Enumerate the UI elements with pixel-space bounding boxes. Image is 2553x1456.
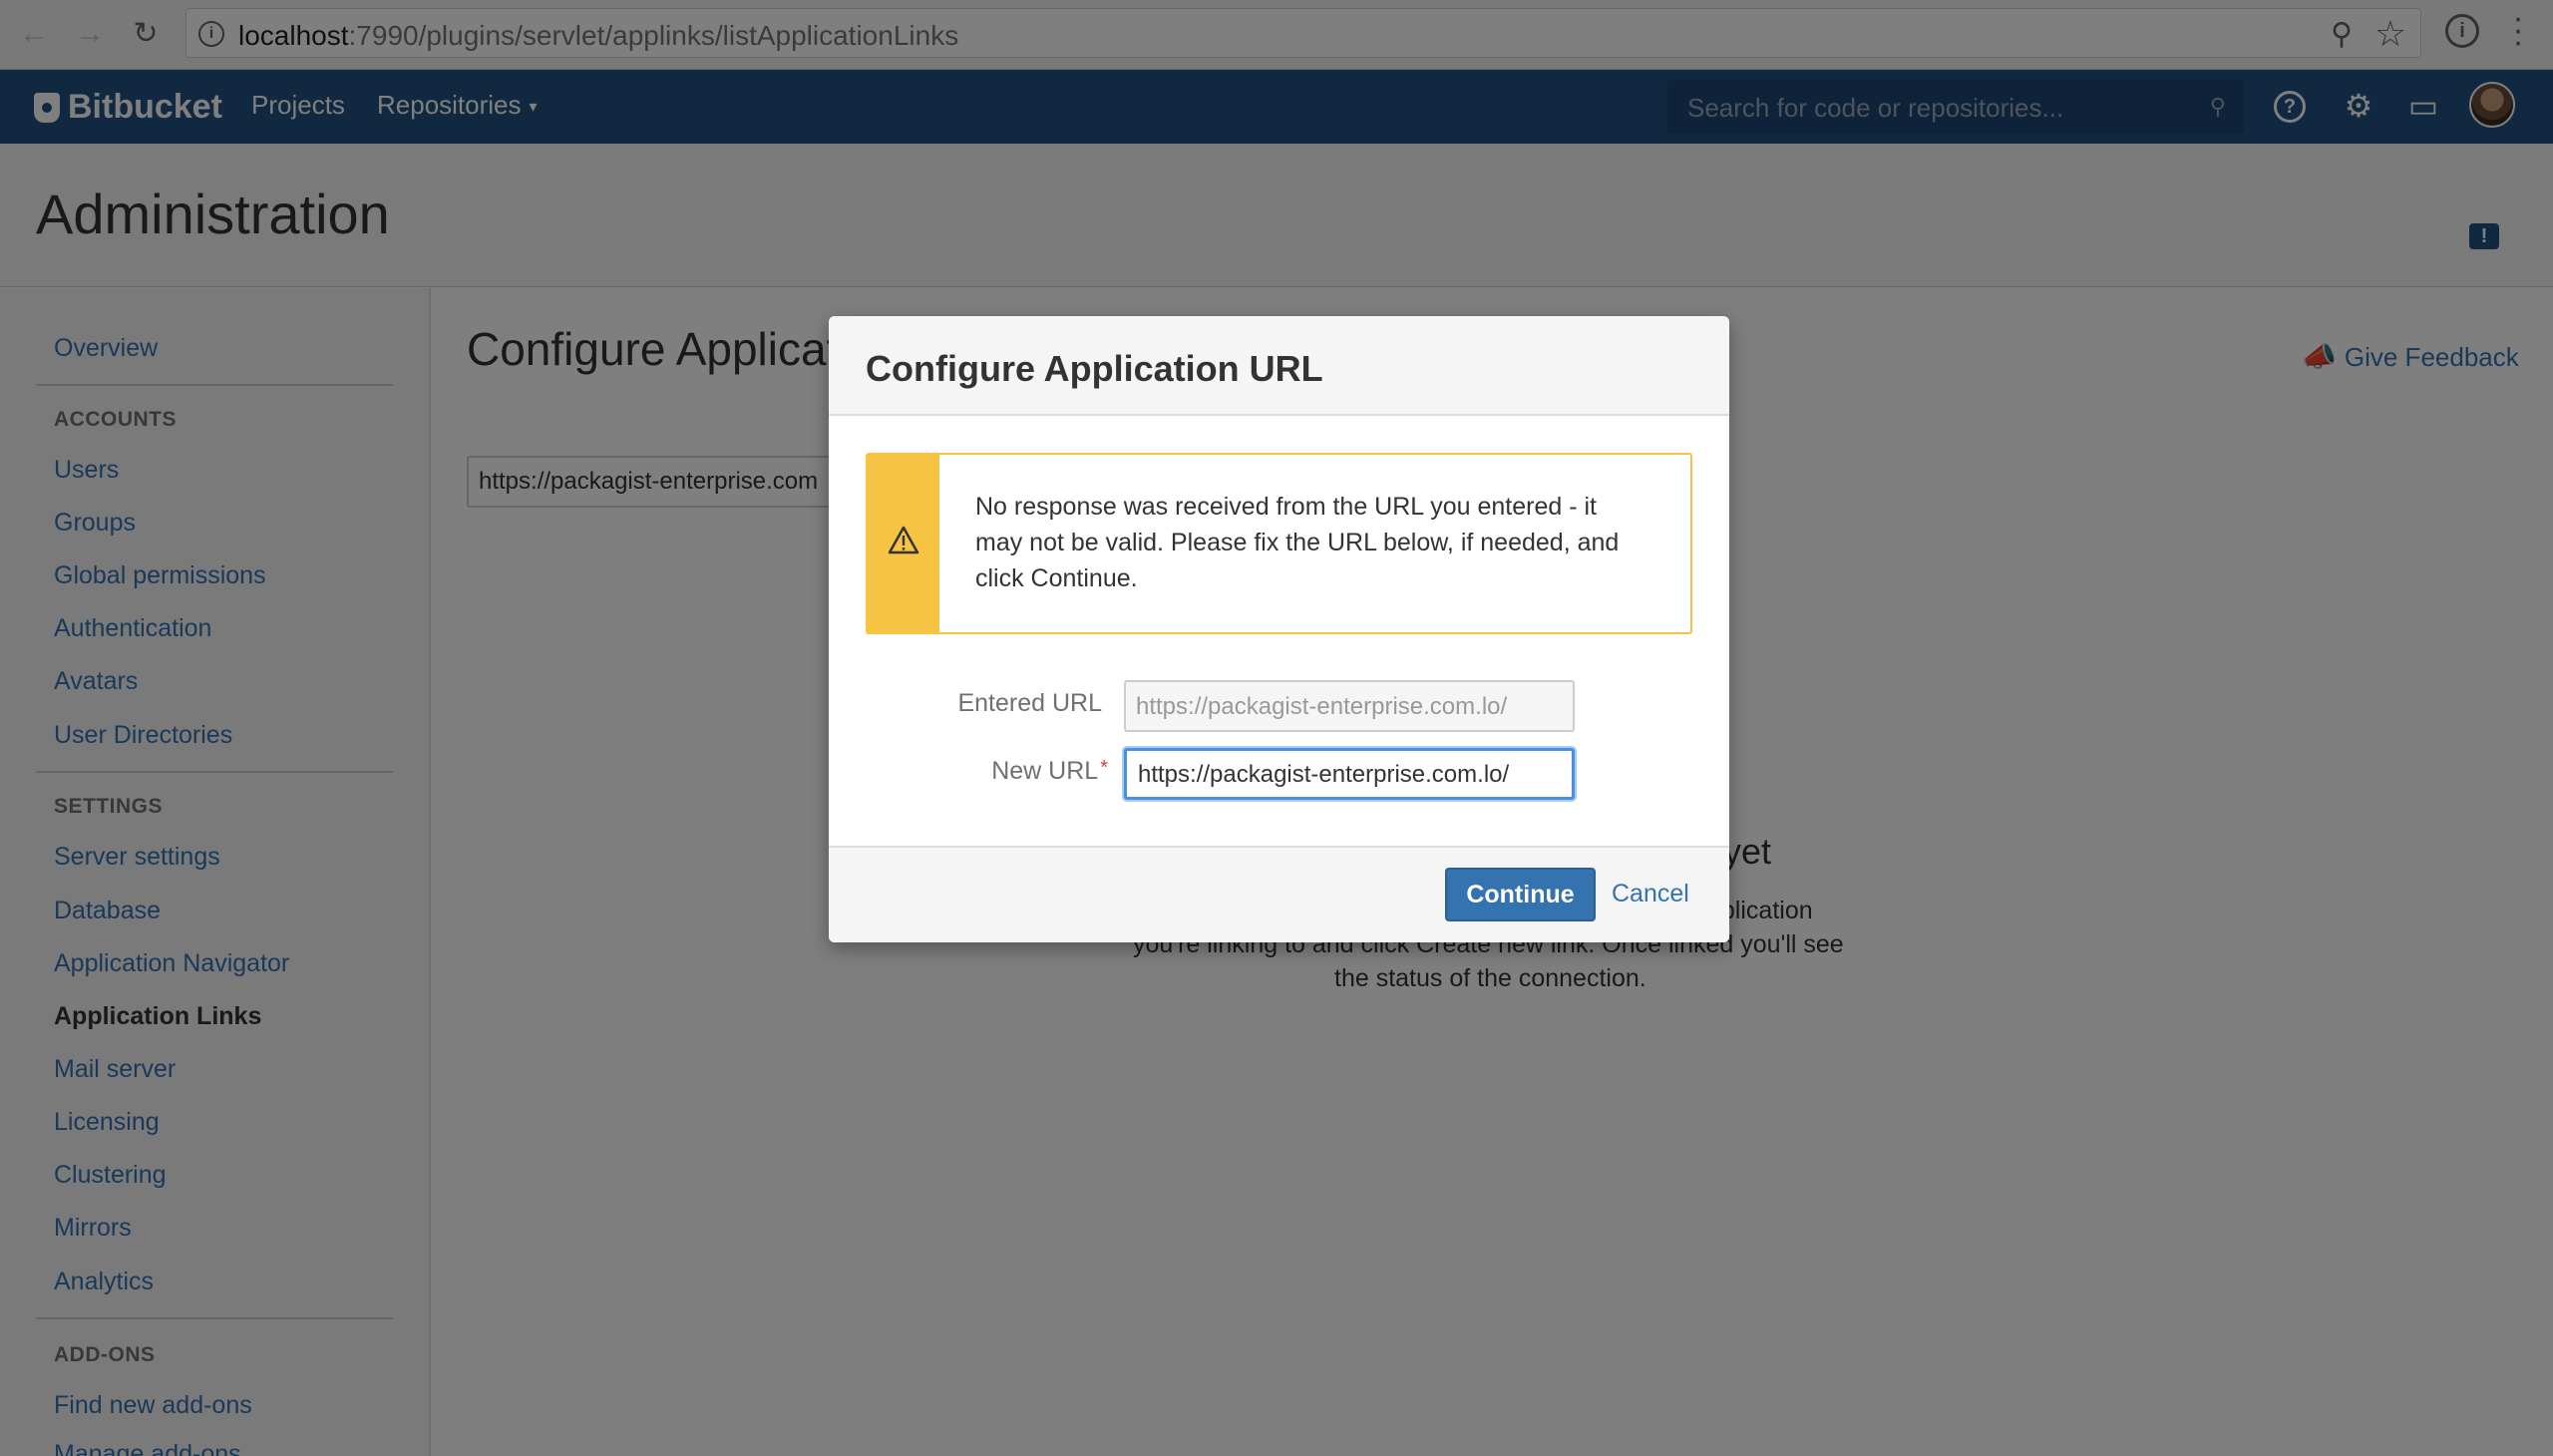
configure-url-dialog: Configure Application URL No response wa… — [829, 316, 1729, 942]
dialog-footer: Continue Cancel — [829, 846, 1729, 942]
new-url-label-text: New URL — [991, 757, 1099, 785]
warning-text: No response was received from the URL yo… — [975, 493, 1620, 592]
new-url-label: New URL * — [952, 757, 1108, 786]
dialog-title: Configure Application URL — [866, 348, 1323, 389]
dialog-header: Configure Application URL — [829, 316, 1729, 416]
warning-bar — [868, 455, 939, 632]
warning-message: No response was received from the URL yo… — [866, 453, 1692, 634]
cancel-button[interactable]: Cancel — [1612, 880, 1689, 909]
required-asterisk: * — [1100, 757, 1108, 779]
warning-icon — [888, 526, 919, 554]
continue-button[interactable]: Continue — [1445, 868, 1596, 921]
new-url-input[interactable]: https://packagist-enterprise.com.lo/ — [1124, 748, 1575, 800]
entered-url-field: https://packagist-enterprise.com.lo/ — [1124, 680, 1575, 732]
entered-url-label: Entered URL — [957, 689, 1102, 717]
